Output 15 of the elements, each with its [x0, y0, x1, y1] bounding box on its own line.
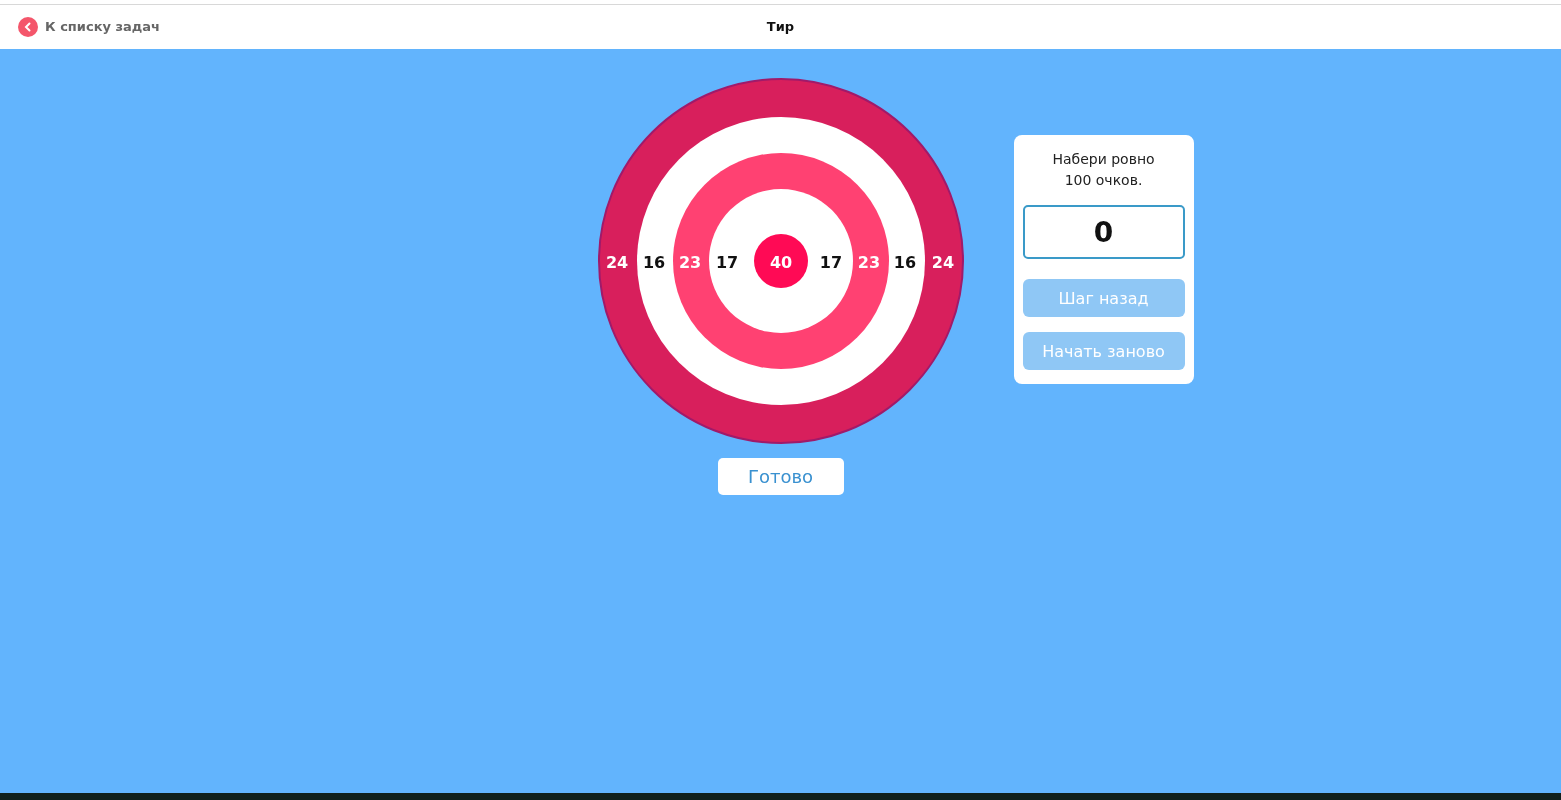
score-label[interactable]: 16 — [642, 253, 665, 272]
score-label[interactable]: 16 — [893, 253, 916, 272]
done-button[interactable]: Готово — [717, 458, 844, 495]
score-label[interactable]: 24 — [605, 253, 628, 272]
score-label[interactable]: 17 — [715, 253, 738, 272]
score-label[interactable]: 17 — [819, 253, 842, 272]
score-label[interactable]: 23 — [678, 253, 701, 272]
task-text: Набери ровно 100 очков. — [1051, 150, 1156, 190]
page-title: Тир — [766, 19, 795, 34]
chevron-left-icon — [18, 16, 38, 37]
score-label[interactable]: 24 — [931, 253, 954, 272]
score-label[interactable]: 23 — [857, 253, 880, 272]
score-label[interactable]: 40 — [769, 253, 792, 272]
score-field: 0 — [1022, 205, 1185, 259]
back-link[interactable]: К списку задач — [18, 16, 767, 37]
